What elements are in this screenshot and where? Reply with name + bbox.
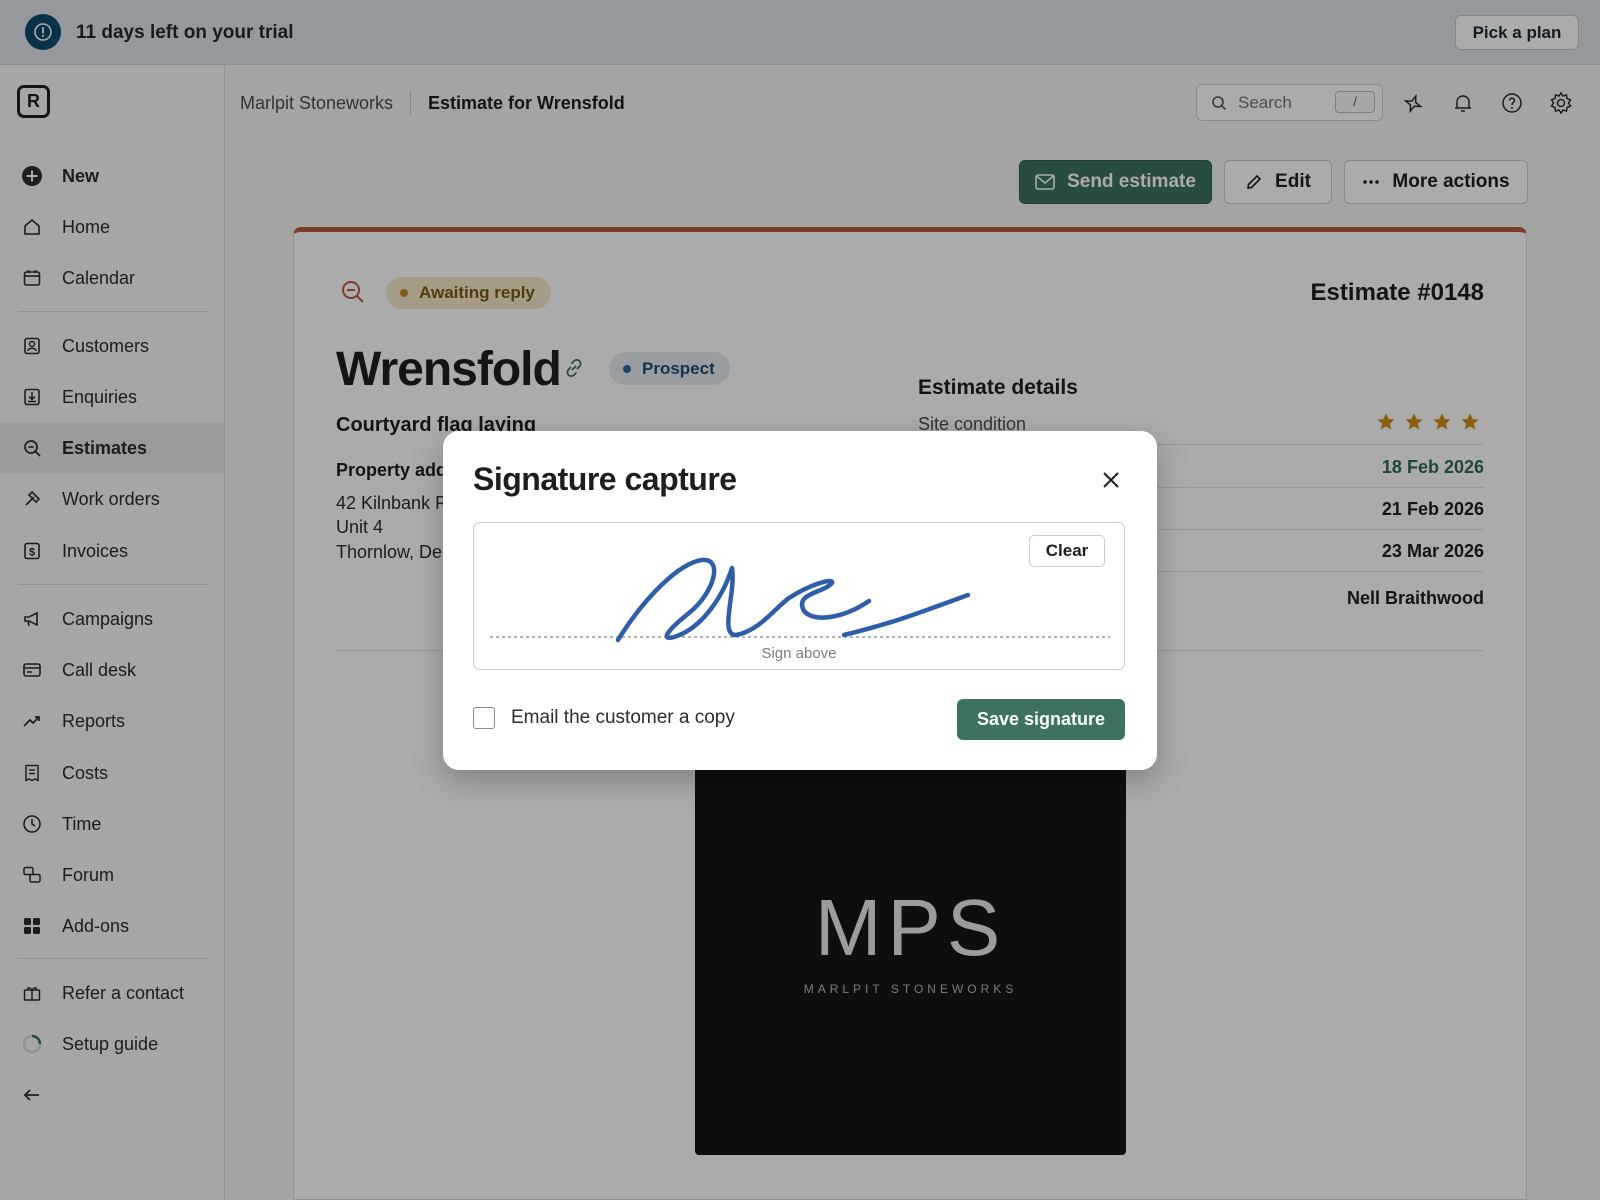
email-copy-label[interactable]: Email the customer a copy [511,707,735,729]
signature-pad[interactable]: Clear Sign above [473,522,1125,670]
close-icon [1102,471,1120,492]
save-signature-button[interactable]: Save signature [957,699,1125,740]
sign-hint: Sign above [761,645,837,662]
signature-modal: Signature capture Clear Sign above Email… [443,431,1157,770]
email-copy-checkbox[interactable] [473,707,495,729]
modal-title: Signature capture [473,461,737,497]
clear-button[interactable]: Clear [1029,535,1105,567]
close-button[interactable] [1097,467,1125,495]
